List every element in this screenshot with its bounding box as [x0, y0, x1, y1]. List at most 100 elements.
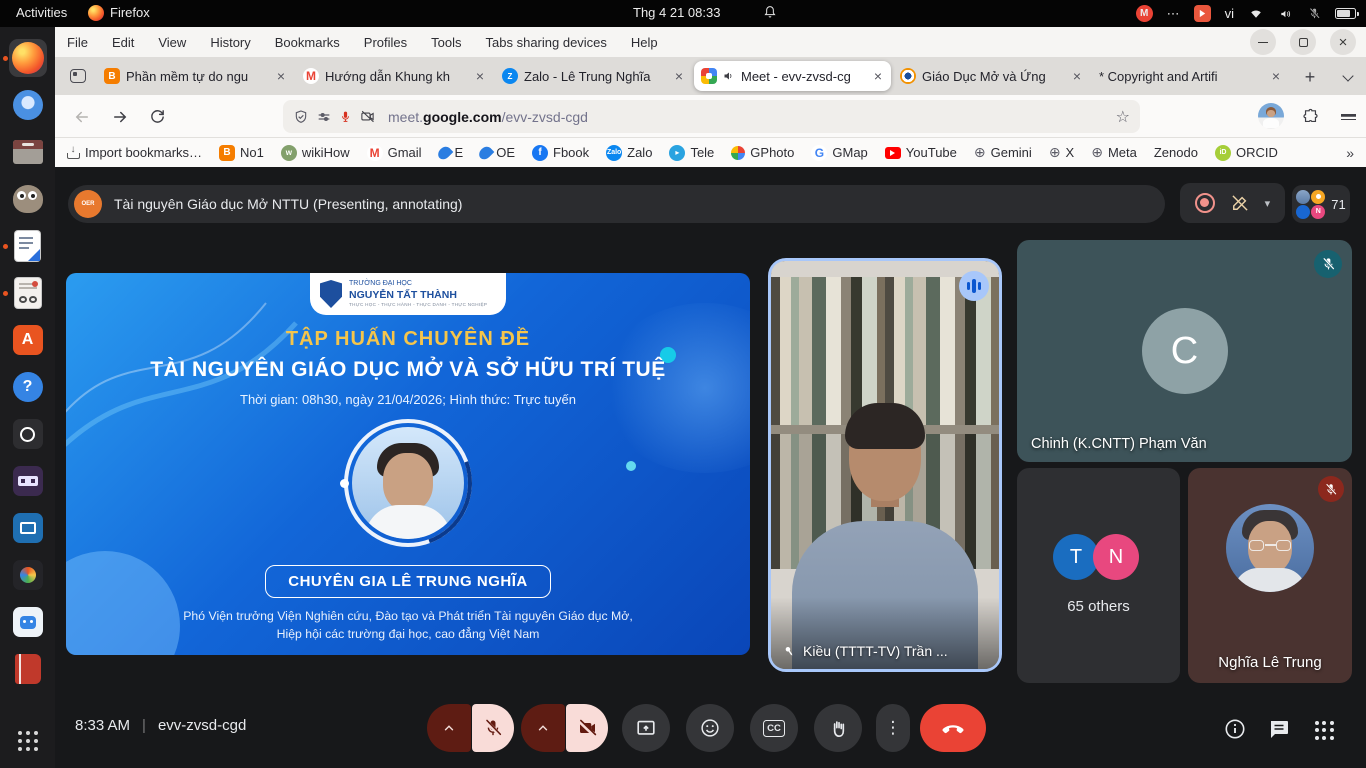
dock-item-dictionary[interactable] — [9, 650, 47, 688]
chevron-down-icon[interactable]: ▾ — [1265, 197, 1271, 210]
others-tile[interactable]: T N 65 others — [1017, 468, 1180, 683]
bookmark-zenodo[interactable]: Zenodo — [1154, 145, 1198, 160]
tab-close-icon[interactable]: × — [474, 69, 486, 83]
annotation-disabled-icon[interactable] — [1230, 193, 1250, 213]
app-menu-hamburger-icon[interactable] — [1332, 100, 1365, 133]
bookmark-tele[interactable]: ▸Tele — [669, 145, 714, 161]
tab-close-icon[interactable]: × — [1270, 69, 1282, 83]
bookmark-meta[interactable]: ⊕Meta — [1091, 144, 1137, 161]
mic-muted-icon[interactable] — [1308, 6, 1321, 21]
record-icon[interactable] — [1195, 193, 1215, 213]
camera-blocked-icon[interactable] — [359, 109, 376, 124]
bookmark-star-icon[interactable]: ☆ — [1116, 107, 1130, 127]
restore-button[interactable] — [1290, 29, 1316, 55]
dock-item-remote-desktop[interactable] — [9, 509, 47, 547]
bookmark-e[interactable]: E — [439, 145, 464, 160]
list-all-tabs-button[interactable] — [1335, 66, 1361, 90]
tab-4-active[interactable]: Meet - evv-zvsd-cg × — [694, 61, 891, 91]
camera-options-button[interactable] — [521, 704, 565, 752]
tab-3[interactable]: Z Zalo - Lê Trung Nghĩa × — [495, 61, 692, 91]
menu-tools[interactable]: Tools — [431, 35, 461, 50]
dock-item-document-viewer[interactable] — [9, 274, 47, 312]
notification-bell-icon[interactable] — [762, 3, 778, 21]
chat-button[interactable] — [1266, 716, 1292, 742]
tab-close-icon[interactable]: × — [673, 69, 685, 83]
forward-button[interactable] — [103, 100, 136, 133]
tab-close-icon[interactable]: × — [872, 69, 884, 83]
bookmark-orcid[interactable]: iDORCID — [1215, 145, 1278, 161]
extensions-puzzle-icon[interactable] — [1294, 100, 1327, 133]
dock-item-show-applications[interactable] — [9, 722, 47, 760]
mic-in-use-icon[interactable] — [339, 109, 352, 124]
tab-2[interactable]: M Hướng dẫn Khung kh × — [296, 61, 493, 91]
menu-tabs-sharing[interactable]: Tabs sharing devices — [486, 35, 607, 50]
bookmark-fbook[interactable]: fFbook — [532, 145, 589, 161]
new-tab-button[interactable]: + — [1297, 64, 1323, 90]
bookmark-gemini[interactable]: ⊕Gemini — [974, 144, 1032, 161]
permissions-icon[interactable] — [316, 109, 332, 125]
dock-item-chat-app[interactable] — [9, 603, 47, 641]
menu-file[interactable]: File — [67, 35, 88, 50]
bookmark-no1[interactable]: BNo1 — [219, 145, 264, 161]
minimize-button[interactable] — [1250, 29, 1276, 55]
tab-6[interactable]: * Copyright and Artifi × — [1092, 61, 1289, 91]
menu-history[interactable]: History — [210, 35, 250, 50]
dock-item-chromium[interactable] — [9, 86, 47, 124]
tab-close-icon[interactable]: × — [275, 69, 287, 83]
bookmarks-overflow-icon[interactable]: » — [1346, 145, 1354, 161]
bookmark-youtube[interactable]: YouTube — [885, 145, 957, 160]
gmail-notification-icon[interactable]: M — [1136, 5, 1153, 22]
reactions-button[interactable] — [686, 704, 734, 752]
bookmark-x[interactable]: ⊕X — [1049, 144, 1074, 161]
bookmark-import[interactable]: ↓ Import bookmarks… — [67, 145, 202, 160]
battery-icon[interactable] — [1335, 8, 1356, 19]
bookmark-gphoto[interactable]: GPhoto — [731, 145, 794, 160]
menu-bookmarks[interactable]: Bookmarks — [275, 35, 340, 50]
tab-5[interactable]: Giáo Dục Mở và Ứng × — [893, 61, 1090, 91]
bookmark-zalo[interactable]: ZaloZalo — [606, 145, 652, 161]
url-text[interactable]: meet.google.com/evv-zvsd-cgd — [388, 109, 588, 125]
clock[interactable]: Thg 4 21 08:33 — [633, 5, 720, 20]
volume-icon[interactable] — [1278, 7, 1294, 21]
screenshare-indicator-icon[interactable] — [1194, 5, 1211, 22]
end-call-button[interactable] — [920, 704, 986, 752]
bookmark-gmail[interactable]: MGmail — [367, 145, 422, 161]
dock-item-help[interactable]: ? — [9, 368, 47, 406]
menu-edit[interactable]: Edit — [112, 35, 134, 50]
mic-options-button[interactable] — [427, 704, 471, 752]
firefox-view-button[interactable] — [63, 62, 93, 90]
captions-button[interactable]: CC — [750, 704, 798, 752]
dock-item-screenshot[interactable] — [9, 415, 47, 453]
activities-button[interactable]: Activities — [16, 5, 67, 20]
present-button[interactable] — [622, 704, 670, 752]
dock-item-app-center[interactable]: A — [9, 321, 47, 359]
menu-help[interactable]: Help — [631, 35, 658, 50]
raise-hand-button[interactable] — [814, 704, 862, 752]
meeting-details-button[interactable] — [1222, 716, 1248, 742]
tray-more-icon[interactable]: ⋯ — [1167, 6, 1180, 22]
tab-1[interactable]: B Phần mềm tự do ngu × — [97, 61, 294, 91]
participant-tile-nghia[interactable]: Nghĩa Lê Trung — [1188, 468, 1352, 683]
account-avatar[interactable] — [1258, 103, 1284, 129]
close-button[interactable]: × — [1330, 29, 1356, 55]
menu-profiles[interactable]: Profiles — [364, 35, 407, 50]
reload-button[interactable] — [141, 100, 174, 133]
bookmark-oe[interactable]: OE — [480, 145, 515, 160]
wifi-icon[interactable] — [1248, 7, 1264, 21]
more-options-button[interactable]: ⋮ — [876, 704, 910, 752]
dock-item-firefox[interactable] — [9, 39, 47, 77]
keyboard-layout-indicator[interactable]: vi — [1225, 6, 1234, 21]
presentation-tile[interactable]: TRƯỜNG ĐẠI HỌC NGUYỄN TẤT THÀNH THỰC HỌC… — [66, 273, 750, 655]
activities-apps-button[interactable] — [1312, 718, 1336, 742]
dock-item-gimp[interactable] — [9, 180, 47, 218]
bookmark-gmap[interactable]: GGMap — [811, 145, 867, 161]
dock-item-files[interactable] — [9, 133, 47, 171]
tab-audio-icon[interactable] — [723, 70, 735, 82]
menu-view[interactable]: View — [158, 35, 186, 50]
appmenu-label[interactable]: Firefox — [110, 5, 150, 20]
tab-close-icon[interactable]: × — [1071, 69, 1083, 83]
dock-item-color-tool[interactable] — [9, 556, 47, 594]
speaker-video-tile[interactable]: Kiều (TTTT-TV) Trần ... — [768, 258, 1002, 672]
url-bar[interactable]: meet.google.com/evv-zvsd-cgd ☆ — [283, 100, 1140, 133]
bookmark-wikihow[interactable]: wwikiHow — [281, 145, 350, 161]
